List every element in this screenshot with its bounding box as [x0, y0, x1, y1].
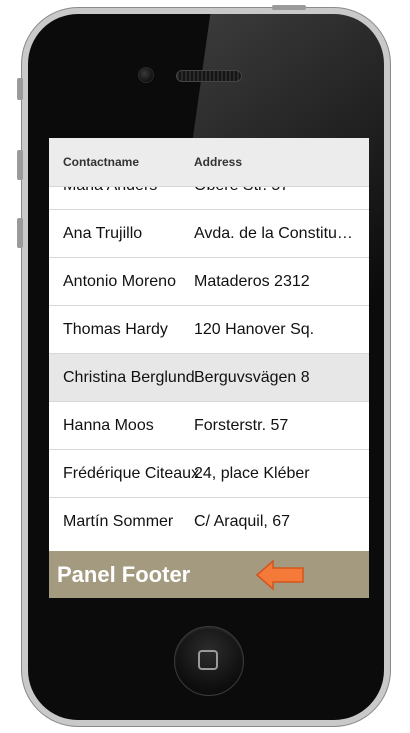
table-row-selected[interactable]: Christina Berglund Berguvsvägen 8: [49, 354, 369, 402]
contact-name-cell: Thomas Hardy: [63, 320, 168, 338]
contact-name-cell: Maria Anders: [49, 186, 194, 195]
column-header-contactname[interactable]: Contactname: [49, 155, 194, 169]
column-header-address[interactable]: Address: [194, 155, 369, 169]
panel-footer-label: Panel Footer: [57, 561, 191, 587]
front-camera-icon: [138, 67, 154, 83]
address-cell: 120 Hanover Sq.: [194, 320, 315, 338]
volume-up-button[interactable]: [17, 150, 23, 180]
grid-header: Contactname Address: [49, 138, 369, 187]
panel-footer: Panel Footer: [49, 551, 369, 598]
address-cell: Mataderos 2312: [194, 272, 310, 290]
address-cell: Avda. de la Constitución 2222: [194, 224, 369, 242]
address-cell: C/ Araquil, 67: [194, 513, 291, 530]
app-screen: Contactname Address Maria Anders Obere S…: [49, 138, 369, 598]
earpiece-speaker: [176, 70, 242, 82]
contact-name-cell: Martín Sommer: [63, 513, 174, 530]
home-square-icon: [198, 650, 218, 670]
table-row[interactable]: Hanna Moos Forsterstr. 57: [49, 402, 369, 450]
contact-name-cell: Christina Berglund: [63, 368, 195, 386]
table-row[interactable]: Frédérique Citeaux 24, place Kléber: [49, 450, 369, 498]
contact-name-cell: Ana Trujillo: [63, 224, 143, 242]
contact-name-cell: Antonio Moreno: [63, 272, 176, 290]
power-button[interactable]: [272, 5, 306, 10]
address-cell: 24, place Kléber: [194, 464, 310, 482]
address-cell: Forsterstr. 57: [194, 416, 289, 434]
address-cell: Obere Str. 57: [194, 186, 369, 195]
contact-name-cell: Hanna Moos: [63, 416, 154, 434]
table-row[interactable]: Maria Anders Obere Str. 57: [49, 186, 369, 210]
mute-switch[interactable]: [17, 78, 23, 100]
table-row[interactable]: Ana Trujillo Avda. de la Constitución 22…: [49, 210, 369, 258]
volume-down-button[interactable]: [17, 218, 23, 248]
address-cell: Berguvsvägen 8: [194, 368, 310, 386]
contact-name-cell: Frédérique Citeaux: [63, 464, 200, 482]
grid-rows[interactable]: Maria Anders Obere Str. 57 Ana Trujillo …: [49, 186, 369, 551]
table-row[interactable]: Thomas Hardy 120 Hanover Sq.: [49, 306, 369, 354]
table-row[interactable]: Martín Sommer C/ Araquil, 67: [49, 498, 369, 546]
home-button[interactable]: [174, 626, 244, 696]
left-arrow-icon: [255, 559, 304, 591]
table-row[interactable]: Antonio Moreno Mataderos 2312: [49, 258, 369, 306]
